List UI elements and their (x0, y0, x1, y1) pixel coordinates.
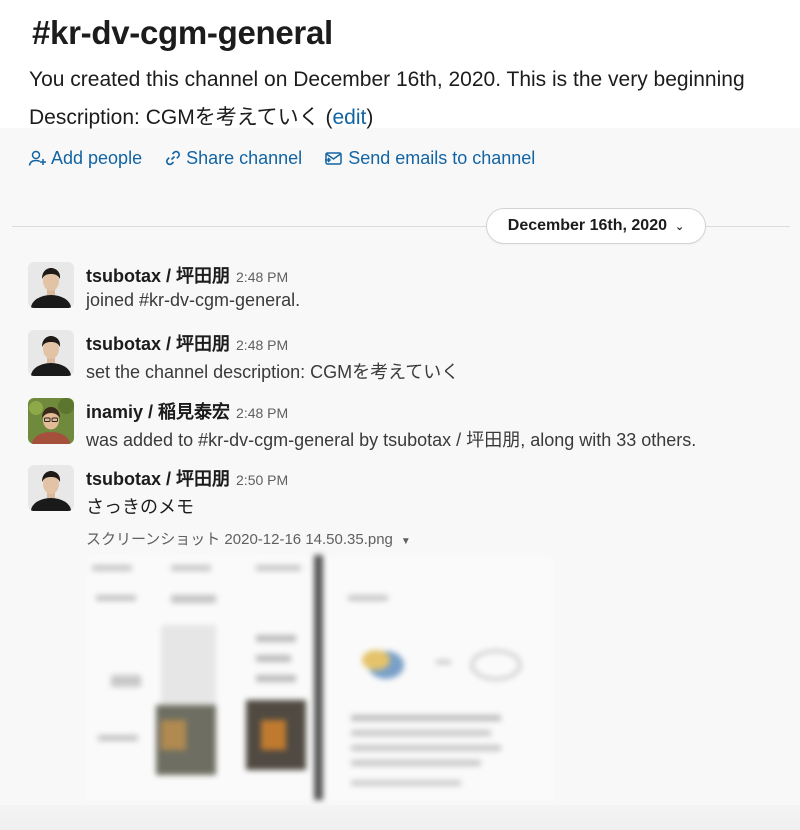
message-text: joined #kr-dv-cgm-general. (86, 290, 301, 310)
send-emails-button[interactable]: Send emails to channel (324, 148, 535, 169)
avatar[interactable] (28, 262, 74, 308)
attachment-thumbnail[interactable] (86, 555, 554, 800)
message-text: was added to #kr-dv-cgm-general by tsubo… (86, 430, 697, 450)
message-text: set the channel description: CGMを考えていく (86, 362, 460, 382)
email-forward-icon (325, 152, 342, 165)
avatar[interactable] (28, 465, 74, 511)
message-timestamp[interactable]: 2:50 PM (236, 472, 288, 488)
channel-created-text: You created this channel on December 16t… (29, 68, 745, 91)
avatar[interactable] (28, 398, 74, 444)
caret-down-icon[interactable]: ▼ (401, 536, 411, 547)
message-timestamp[interactable]: 2:48 PM (236, 405, 288, 421)
next-message-preview (0, 805, 800, 830)
description-text: Description: CGMを考えていく ( (29, 106, 333, 129)
share-channel-label: Share channel (186, 147, 303, 168)
message-header: tsubotax / 坪田朋 2:48 PM (86, 330, 288, 356)
sender-name[interactable]: tsubotax / 坪田朋 (86, 266, 230, 286)
message-timestamp[interactable]: 2:48 PM (236, 269, 288, 285)
sender-name[interactable]: inamiy / 稲見泰宏 (86, 402, 230, 422)
message-header: tsubotax / 坪田朋 2:48 PM (86, 262, 288, 288)
channel-title: #kr-dv-cgm-general (32, 14, 333, 51)
edit-description-link[interactable]: edit (332, 106, 366, 129)
link-icon (166, 150, 181, 166)
attachment-file-label: スクリーンショット 2020-12-16 14.50.35.png (86, 531, 393, 548)
message-timestamp[interactable]: 2:48 PM (236, 337, 288, 353)
channel-description: Description: CGMを考えていく (edit) (29, 101, 373, 131)
date-divider-button[interactable]: December 16th, 2020 ⌄ (486, 208, 706, 244)
add-people-label: Add people (51, 147, 143, 168)
chevron-down-icon: ⌄ (674, 220, 685, 233)
sender-name[interactable]: tsubotax / 坪田朋 (86, 334, 230, 354)
sender-name[interactable]: tsubotax / 坪田朋 (86, 469, 230, 489)
message-text: さっきのメモ (86, 497, 194, 517)
add-people-button[interactable]: Add people (28, 148, 142, 169)
message-header: tsubotax / 坪田朋 2:50 PM (86, 465, 288, 491)
channel-intro: #kr-dv-cgm-general You created this chan… (0, 0, 800, 131)
avatar[interactable] (28, 330, 74, 376)
date-divider-label: December 16th, 2020 (507, 217, 667, 234)
send-emails-label: Send emails to channel (348, 147, 536, 168)
attachment-file-name[interactable]: スクリーンショット 2020-12-16 14.50.35.png ▼ (86, 528, 411, 549)
add-person-icon (28, 150, 46, 166)
description-close-paren: ) (366, 106, 374, 129)
message-header: inamiy / 稲見泰宏 2:48 PM (86, 398, 288, 424)
share-channel-button[interactable]: Share channel (164, 148, 302, 169)
channel-actions: Add people Share channel Send emails to … (28, 145, 557, 171)
